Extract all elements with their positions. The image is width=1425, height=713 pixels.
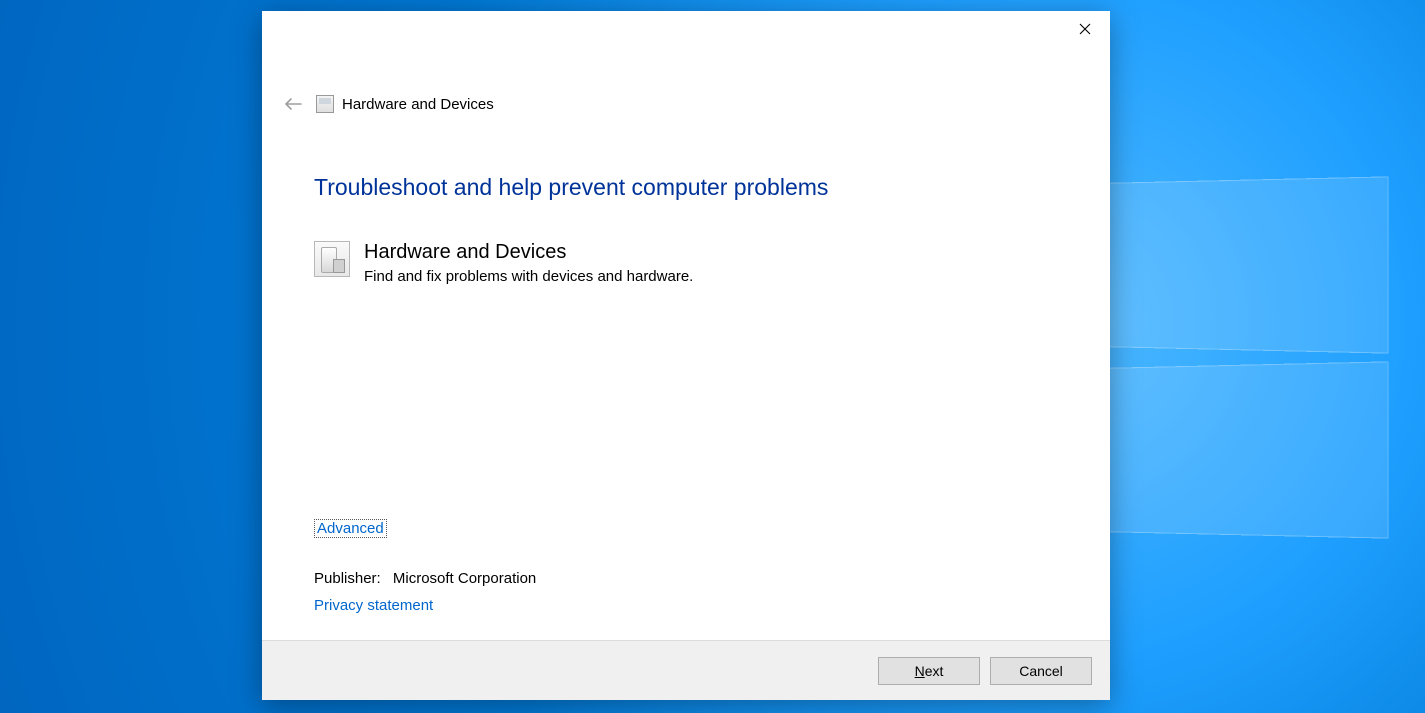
item-text: Hardware and Devices Find and fix proble… [364,239,693,285]
item-title: Hardware and Devices [364,239,693,265]
troubleshooter-icon [316,95,334,113]
next-button[interactable]: Next [878,657,980,685]
troubleshooter-item: Hardware and Devices Find and fix proble… [314,239,1058,285]
advanced-link[interactable]: Advanced [314,519,387,538]
troubleshooter-dialog: Hardware and Devices Troubleshoot and he… [262,11,1110,700]
next-label-rest: ext [925,663,944,679]
publisher-label: Publisher: [314,570,381,587]
item-description: Find and fix problems with devices and h… [364,268,693,285]
back-arrow-icon [284,97,302,111]
publisher-row: Publisher: Microsoft Corporation [314,570,1058,587]
close-icon [1079,23,1091,35]
header-title: Hardware and Devices [342,96,494,113]
dialog-footer: Next Cancel [262,640,1110,700]
titlebar [262,11,1110,59]
content-area: Troubleshoot and help prevent computer p… [262,119,1110,640]
next-hotkey: N [915,663,925,679]
back-button[interactable] [278,89,308,119]
close-button[interactable] [1062,13,1108,45]
publisher-value: Microsoft Corporation [393,570,536,587]
main-heading: Troubleshoot and help prevent computer p… [314,174,1058,201]
privacy-statement-link[interactable]: Privacy statement [314,597,433,614]
cancel-button[interactable]: Cancel [990,657,1092,685]
header-row: Hardware and Devices [262,59,1110,119]
hardware-icon [314,241,350,277]
